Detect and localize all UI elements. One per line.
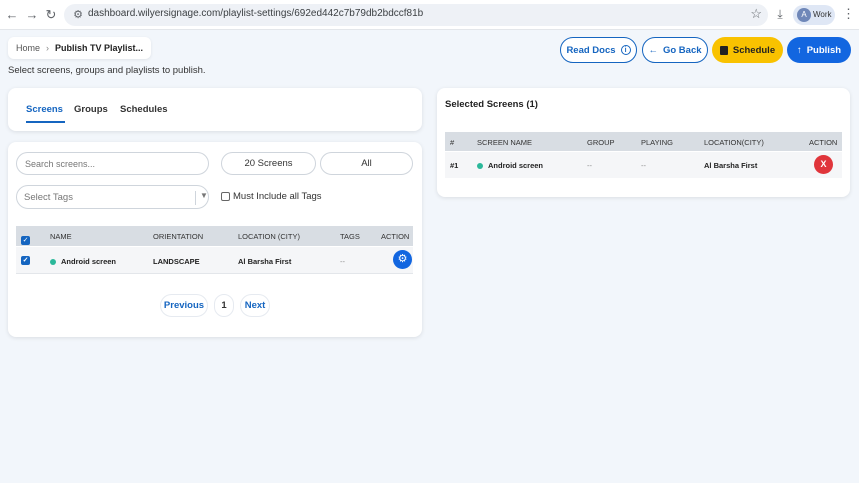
gear-icon[interactable]: ⚙ [393, 250, 412, 269]
tags-select[interactable]: Select Tags ▼ [16, 185, 209, 209]
selected-table-header: # SCREEN NAME GROUP PLAYING LOCATION(CIT… [445, 132, 842, 151]
download-icon[interactable]: ⤓ [772, 7, 788, 22]
tab-screens[interactable]: Screens [26, 104, 63, 115]
reload-icon[interactable]: ↻ [43, 7, 59, 23]
read-docs-label: Read Docs [566, 44, 616, 56]
tab-schedules[interactable]: Schedules [120, 104, 168, 115]
screen-group: -- [587, 161, 592, 170]
screen-playing: -- [641, 161, 646, 170]
back-arrow-icon[interactable]: ← [4, 7, 20, 23]
info-icon: i [620, 45, 631, 55]
row-index: #1 [450, 161, 459, 170]
check-icon: ✓ [21, 256, 30, 265]
must-include-label: Must Include all Tags [233, 191, 322, 202]
screen-location: Al Barsha First [704, 161, 758, 170]
go-back-label: Go Back [662, 44, 702, 56]
breadcrumb: Home › Publish TV Playlist... [8, 37, 152, 59]
avatar: A [797, 8, 811, 22]
row-checkbox[interactable]: ✓ [21, 255, 30, 265]
screen-name-text: Android screen [488, 161, 544, 170]
screen-name: Android screen [50, 257, 116, 266]
column-header: ACTION [809, 138, 838, 147]
arrow-up-icon: ↑ [796, 44, 802, 56]
profile-button[interactable]: A Work [793, 5, 835, 25]
screens-table-header: ✓ NAME ORIENTATION LOCATION (CITY) TAGS … [16, 226, 413, 246]
column-header: PLAYING [641, 138, 673, 147]
table-row: #1 Android screen -- -- Al Barsha First … [445, 152, 842, 178]
read-docs-button[interactable]: Read Docs i [560, 37, 637, 63]
tags-placeholder: Select Tags [24, 192, 73, 203]
column-header: # [450, 138, 455, 147]
schedule-button[interactable]: Schedule [712, 37, 783, 63]
select-divider [195, 191, 196, 205]
publish-button[interactable]: ↑ Publish [787, 37, 851, 63]
remove-screen-button[interactable]: X [814, 155, 833, 174]
screen-name: Android screen [477, 161, 543, 170]
search-input[interactable] [16, 152, 209, 175]
publish-label: Publish [806, 44, 842, 56]
screen-orientation: LANDSCAPE [153, 257, 200, 266]
check-icon: ✓ [21, 236, 30, 245]
column-header: LOCATION(CITY) [704, 138, 764, 147]
tab-groups[interactable]: Groups [74, 104, 108, 115]
chevron-right-icon: › [46, 43, 50, 53]
page-number-button[interactable]: 1 [214, 294, 234, 317]
url-text: dashboard.wilyersignage.com/playlist-set… [88, 8, 424, 19]
status-dot-icon [50, 259, 56, 266]
table-row[interactable]: ✓ Android screen LANDSCAPE Al Barsha Fir… [16, 247, 413, 274]
column-header: GROUP [587, 138, 615, 147]
checkbox[interactable] [221, 192, 230, 201]
forward-arrow-icon[interactable]: → [24, 7, 40, 23]
status-dot-icon [477, 163, 483, 170]
screens-card: 20 Screens All Select Tags ▼ Must Includ… [8, 142, 422, 337]
screen-count-badge: 20 Screens [221, 152, 316, 175]
tabs-card: Screens Groups Schedules [8, 88, 422, 131]
bookmark-star-icon[interactable]: ☆ [750, 6, 762, 22]
next-page-button[interactable]: Next [240, 294, 270, 317]
breadcrumb-home[interactable]: Home [16, 43, 40, 53]
browser-menu-icon[interactable]: ⋮ [842, 6, 855, 22]
arrow-left-icon: ← [648, 44, 658, 56]
column-header: ACTION [381, 232, 410, 241]
active-tab-indicator [26, 121, 65, 123]
breadcrumb-current: Publish TV Playlist... [55, 43, 144, 53]
column-header: TAGS [340, 232, 360, 241]
screen-location: Al Barsha First [238, 257, 292, 266]
previous-page-button[interactable]: Previous [160, 294, 208, 317]
column-header: SCREEN NAME [477, 138, 533, 147]
selected-screens-card: Selected Screens (1) # SCREEN NAME GROUP… [437, 88, 850, 197]
must-include-tags-checkbox[interactable]: Must Include all Tags [221, 191, 322, 202]
column-header: LOCATION (CITY) [238, 232, 300, 241]
go-back-button[interactable]: ← Go Back [642, 37, 708, 63]
screen-name-text: Android screen [61, 257, 117, 266]
column-header: ORIENTATION [153, 232, 204, 241]
filter-all-button[interactable]: All [320, 152, 413, 175]
profile-label: Work [813, 10, 832, 19]
chevron-down-icon[interactable]: ▼ [200, 191, 208, 200]
site-settings-icon[interactable]: ⚙ [70, 7, 86, 23]
column-header: NAME [50, 232, 72, 241]
browser-toolbar: ← → ↻ ⚙ dashboard.wilyersignage.com/play… [0, 0, 859, 30]
page-subtitle: Select screens, groups and playlists to … [8, 65, 206, 76]
screen-tags: -- [340, 257, 345, 266]
selected-screens-title: Selected Screens (1) [445, 99, 538, 110]
calendar-icon [719, 45, 728, 55]
schedule-label: Schedule [732, 44, 776, 56]
address-bar[interactable]: ⚙ dashboard.wilyersignage.com/playlist-s… [64, 4, 768, 26]
